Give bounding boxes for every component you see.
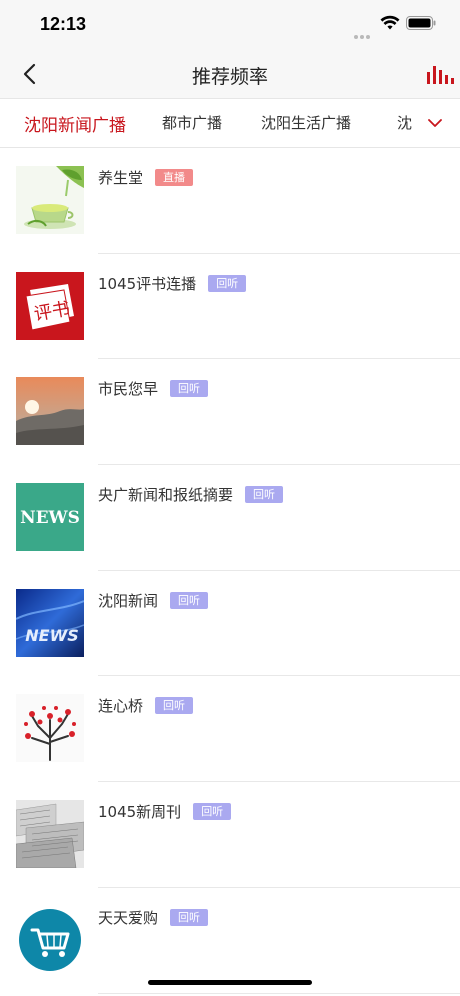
replay-badge: 回听 [193,803,232,821]
app-screen: 12:13 推荐频率 沈阳新闻广播 都市广播 沈阳生活广播 沈 养生堂 直播 评… [0,0,460,996]
status-time: 12:13 [40,14,87,34]
live-badge: 直播 [155,169,194,186]
tabs-expand-button[interactable] [418,109,452,137]
newspaper-thumbnail [16,800,84,869]
heart-tree-thumbnail [16,694,84,763]
replay-badge: 回听 [170,591,209,609]
status-bar: 12:13 [0,0,460,50]
chevron-down-icon [428,118,442,127]
item-title: 连心桥 [98,697,144,716]
list-item[interactable]: 养生堂 直播 [0,148,460,254]
tab-city-broadcast[interactable]: 都市广播 [162,112,222,133]
replay-badge: 回听 [208,274,247,292]
list-item[interactable]: 天天爱购 回听 [0,888,460,994]
news-thumbnail: NEWS [16,483,84,552]
channel-tabs: 沈阳新闻广播 都市广播 沈阳生活广播 沈 [0,98,460,148]
item-title: 市民您早 [98,380,159,399]
list-item[interactable]: 评书 1045评书连播 回听 [0,254,460,360]
divider [98,992,460,994]
item-title: 天天爱购 [98,908,159,927]
home-indicator[interactable] [148,980,312,985]
nav-header: 推荐频率 [0,50,460,98]
news-label: NEWS [25,626,79,645]
item-title: 沈阳新闻 [98,591,159,610]
list-item[interactable]: 连心桥 回听 [0,676,460,783]
wifi-icon [380,15,400,30]
page-title: 推荐频率 [191,66,268,88]
tab-partial[interactable]: 沈 [397,112,412,133]
replay-badge: 回听 [170,380,209,398]
sunrise-thumbnail [16,377,84,446]
item-title: 1045评书连播 [98,274,197,293]
item-title: 养生堂 [98,169,144,187]
signal-dots-icon [354,24,376,39]
list-item[interactable]: NEWS 央广新闻和报纸摘要 回听 [0,465,460,571]
item-title: 央广新闻和报纸摘要 [98,486,234,505]
replay-badge: 回听 [155,697,194,715]
list-item[interactable]: 1045新周刊 回听 [0,782,460,888]
list-item[interactable]: 市民您早 回听 [0,359,460,466]
replay-badge: 回听 [245,486,284,504]
tab-shenyang-news[interactable]: 沈阳新闻广播 [24,111,126,136]
replay-badge: 回听 [170,908,209,926]
pingshu-thumbnail: 评书 [16,271,84,340]
battery-icon [406,16,436,30]
blue-news-thumbnail: NEWS [16,588,84,657]
tea-thumbnail [16,166,84,234]
item-title: 1045新周刊 [98,803,182,822]
shopping-cart-thumbnail [16,905,84,974]
news-label: NEWS [20,508,80,528]
list-item[interactable]: NEWS 沈阳新闻 回听 [0,571,460,677]
tab-life-broadcast[interactable]: 沈阳生活广播 [261,112,351,133]
audio-bars-icon[interactable] [426,62,454,86]
program-list: 养生堂 直播 评书 1045评书连播 回听 市民您早 回听 NEWS 央广新闻和… [0,148,460,994]
